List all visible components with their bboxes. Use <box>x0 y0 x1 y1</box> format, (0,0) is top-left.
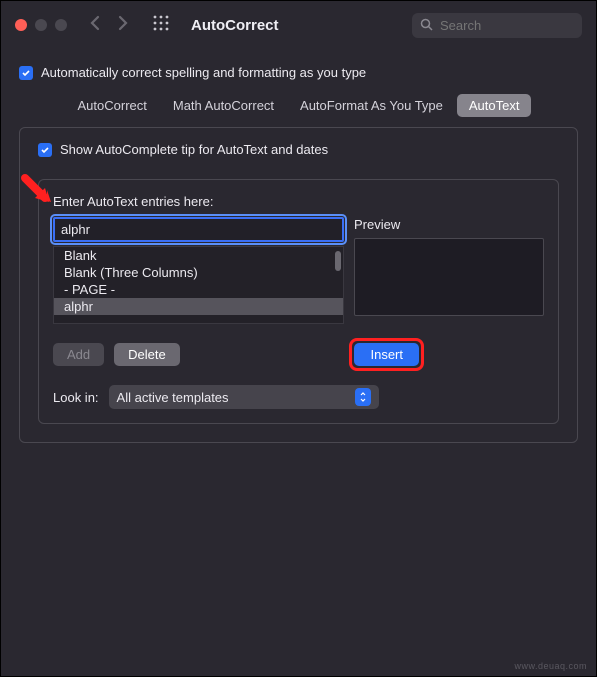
zoom-button[interactable] <box>55 19 67 31</box>
tab-autoformat[interactable]: AutoFormat As You Type <box>288 94 455 117</box>
lookin-value: All active templates <box>117 390 229 405</box>
close-button[interactable] <box>15 19 27 31</box>
nav-arrows <box>89 15 129 36</box>
list-item[interactable]: Blank (Three Columns) <box>54 264 343 281</box>
tab-autotext[interactable]: AutoText <box>457 94 532 117</box>
list-item[interactable]: Blank <box>54 247 343 264</box>
lookin-select[interactable]: All active templates <box>109 385 379 409</box>
search-box <box>412 13 582 38</box>
autocomplete-label: Show AutoComplete tip for AutoText and d… <box>60 142 328 157</box>
arrow-annotation-icon <box>21 174 57 215</box>
tab-autocorrect[interactable]: AutoCorrect <box>66 94 159 117</box>
autocomplete-toggle-row: Show AutoComplete tip for AutoText and d… <box>38 142 559 157</box>
tab-bar: AutoCorrect Math AutoCorrect AutoFormat … <box>19 94 578 117</box>
delete-button[interactable]: Delete <box>114 343 180 366</box>
window-title: AutoCorrect <box>191 17 279 34</box>
chevron-updown-icon <box>355 388 371 406</box>
auto-correct-label: Automatically correct spelling and forma… <box>41 65 366 80</box>
search-input[interactable] <box>412 13 582 38</box>
preview-box <box>354 238 544 316</box>
preview-heading: Preview <box>354 217 544 232</box>
lookin-label: Look in: <box>53 390 99 405</box>
insert-button[interactable]: Insert <box>354 343 419 366</box>
back-icon[interactable] <box>89 15 100 36</box>
autotext-input[interactable] <box>53 217 344 242</box>
content-area: Automatically correct spelling and forma… <box>1 49 596 459</box>
autocorrect-window: AutoCorrect Automatically correct spelli… <box>0 0 597 677</box>
autocomplete-checkbox[interactable] <box>38 143 52 157</box>
grid-icon[interactable] <box>153 15 169 36</box>
scrollbar-thumb[interactable] <box>335 251 341 271</box>
entries-list[interactable]: Blank Blank (Three Columns) - PAGE - alp… <box>53 246 344 324</box>
auto-correct-checkbox[interactable] <box>19 66 33 80</box>
tab-math-autocorrect[interactable]: Math AutoCorrect <box>161 94 286 117</box>
insert-highlight: Insert <box>349 338 424 371</box>
minimize-button[interactable] <box>35 19 47 31</box>
button-row: Add Delete Insert <box>53 338 544 371</box>
lookin-row: Look in: All active templates <box>53 385 544 409</box>
autotext-panel: Show AutoComplete tip for AutoText and d… <box>19 127 578 443</box>
watermark: www.deuaq.com <box>514 661 587 671</box>
list-item[interactable]: - PAGE - <box>54 281 343 298</box>
list-item[interactable]: alphr <box>54 298 343 315</box>
search-icon <box>420 18 433 36</box>
entries-panel: Enter AutoText entries here: Blank Blank… <box>38 179 559 424</box>
window-controls <box>15 19 67 31</box>
forward-icon[interactable] <box>118 15 129 36</box>
entries-heading: Enter AutoText entries here: <box>53 194 544 209</box>
add-button: Add <box>53 343 104 366</box>
titlebar: AutoCorrect <box>1 1 596 49</box>
auto-correct-toggle-row: Automatically correct spelling and forma… <box>19 65 578 80</box>
